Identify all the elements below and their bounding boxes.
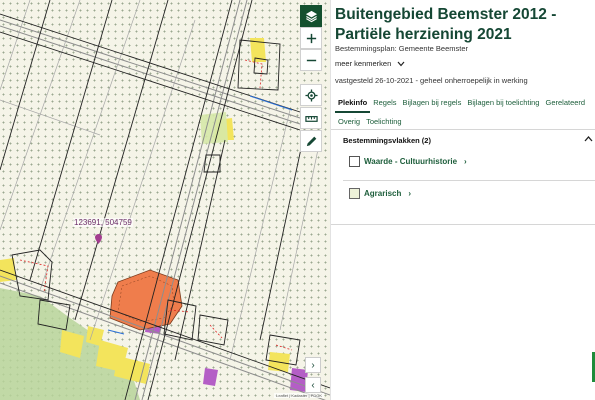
chevron-left-icon: ‹: [311, 379, 315, 391]
layers-button[interactable]: [300, 5, 322, 27]
map-attribution: Leaflet | Kadaster | PDOK: [274, 393, 324, 398]
scroll-left-button[interactable]: ‹: [305, 377, 321, 393]
tab-regels[interactable]: Regels: [370, 97, 399, 113]
plan-type-label: Bestemmingsplan: [335, 44, 395, 53]
location-pin-icon: [95, 234, 102, 244]
list-item-label: Waarde - Cultuurhistorie: [364, 157, 458, 166]
crosshair-icon: [304, 88, 318, 102]
tab-overig[interactable]: Overig: [335, 116, 363, 130]
tab-bijlagen-toelichting[interactable]: Bijlagen bij toelichting: [464, 97, 542, 113]
swatch-waarde: [349, 156, 360, 167]
coordinate-label: 123691, 504759: [73, 218, 133, 227]
ruler-icon: [304, 115, 318, 122]
info-panel: Buitengebied Beemster 2012 - Partiële he…: [330, 0, 595, 400]
chevron-right-icon: ›: [408, 189, 412, 198]
tab-gerelateerd[interactable]: Gerelateerd: [542, 97, 588, 113]
layers-icon: [305, 10, 317, 22]
tab-plekinfo[interactable]: Plekinfo: [335, 97, 371, 113]
locate-button[interactable]: [300, 84, 322, 106]
measure-button[interactable]: [300, 107, 322, 129]
list-item-waarde-cultuurhistorie[interactable]: Waarde - Cultuurhistorie ›: [349, 156, 467, 167]
tabs-divider: [331, 129, 595, 130]
map-canvas[interactable]: [0, 0, 330, 400]
plus-icon: [306, 33, 316, 43]
map-view[interactable]: 123691, 504759 Leaflet | Kadaster | PDOK: [0, 0, 330, 400]
draw-button[interactable]: [300, 130, 322, 152]
tab-bijlagen-regels[interactable]: Bijlagen bij regels: [400, 97, 465, 113]
chevron-down-icon: [397, 61, 405, 66]
minus-icon: [306, 59, 316, 61]
scroll-right-button[interactable]: ›: [305, 357, 321, 373]
tab-toelichting[interactable]: Toelichting: [363, 116, 404, 130]
tab-bar-row2: Overig Toelichting: [335, 116, 405, 130]
list-item-label: Agrarisch: [364, 189, 402, 198]
section-divider: [331, 224, 595, 225]
list-item-agrarisch[interactable]: Agrarisch ›: [349, 188, 411, 199]
zoom-out-button[interactable]: [300, 49, 322, 71]
purple-parcel: [203, 368, 218, 386]
tab-bar: Plekinfo Regels Bijlagen bij regels Bijl…: [335, 97, 588, 113]
chevron-right-icon: ›: [464, 157, 467, 166]
meer-kenmerken-label: meer kenmerken: [335, 59, 392, 68]
plan-status: vastgesteld 26-10-2021 - geheel onherroe…: [335, 76, 528, 85]
green-parcel: [200, 112, 228, 144]
plan-type-value: Gemeente Beemster: [398, 44, 468, 53]
swatch-agrarisch: [349, 188, 360, 199]
pencil-icon: [306, 136, 316, 146]
plan-title: Buitengebied Beemster 2012 - Partiële he…: [335, 6, 557, 43]
chevron-up-icon[interactable]: [584, 135, 593, 142]
section-title: Bestemmingsvlakken (2): [343, 136, 431, 145]
zoom-in-button[interactable]: [300, 27, 322, 49]
plan-type: Bestemmingsplan: Gemeente Beemster: [335, 44, 468, 53]
meer-kenmerken-toggle[interactable]: meer kenmerken: [335, 59, 405, 68]
item-divider: [343, 180, 595, 181]
chevron-right-icon: ›: [311, 359, 315, 371]
